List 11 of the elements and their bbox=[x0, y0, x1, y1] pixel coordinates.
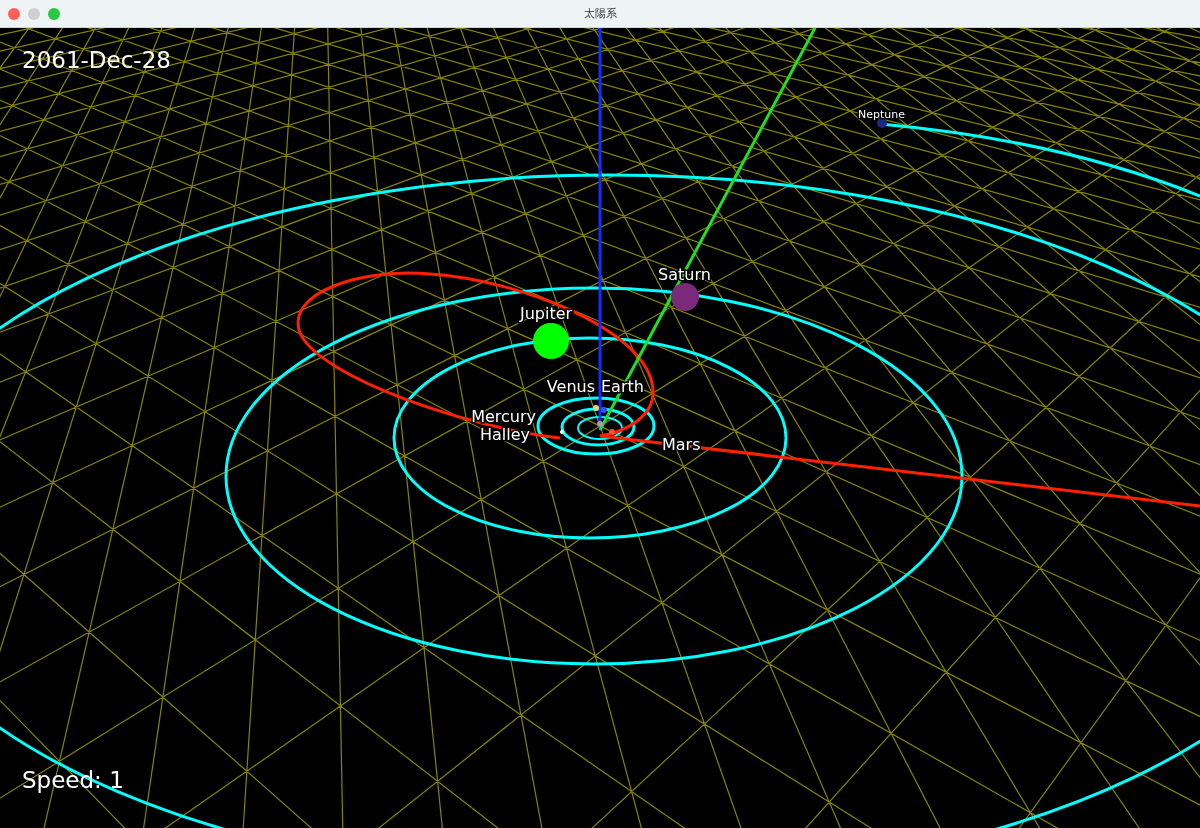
close-button[interactable] bbox=[8, 7, 20, 20]
planet-label: Neptune bbox=[858, 108, 905, 121]
planet-label: Venus bbox=[546, 377, 595, 396]
date-label: 2061-Dec-28 bbox=[22, 47, 171, 73]
maximize-button[interactable] bbox=[48, 7, 60, 20]
speed-label: Speed: 1 bbox=[22, 767, 124, 793]
minimize-button[interactable] bbox=[28, 7, 40, 20]
planet-label: Jupiter bbox=[520, 304, 573, 323]
window-title: 太陽系 bbox=[583, 6, 617, 21]
planet-label: Halley bbox=[480, 425, 531, 444]
planet-label: Mercury bbox=[471, 407, 536, 426]
